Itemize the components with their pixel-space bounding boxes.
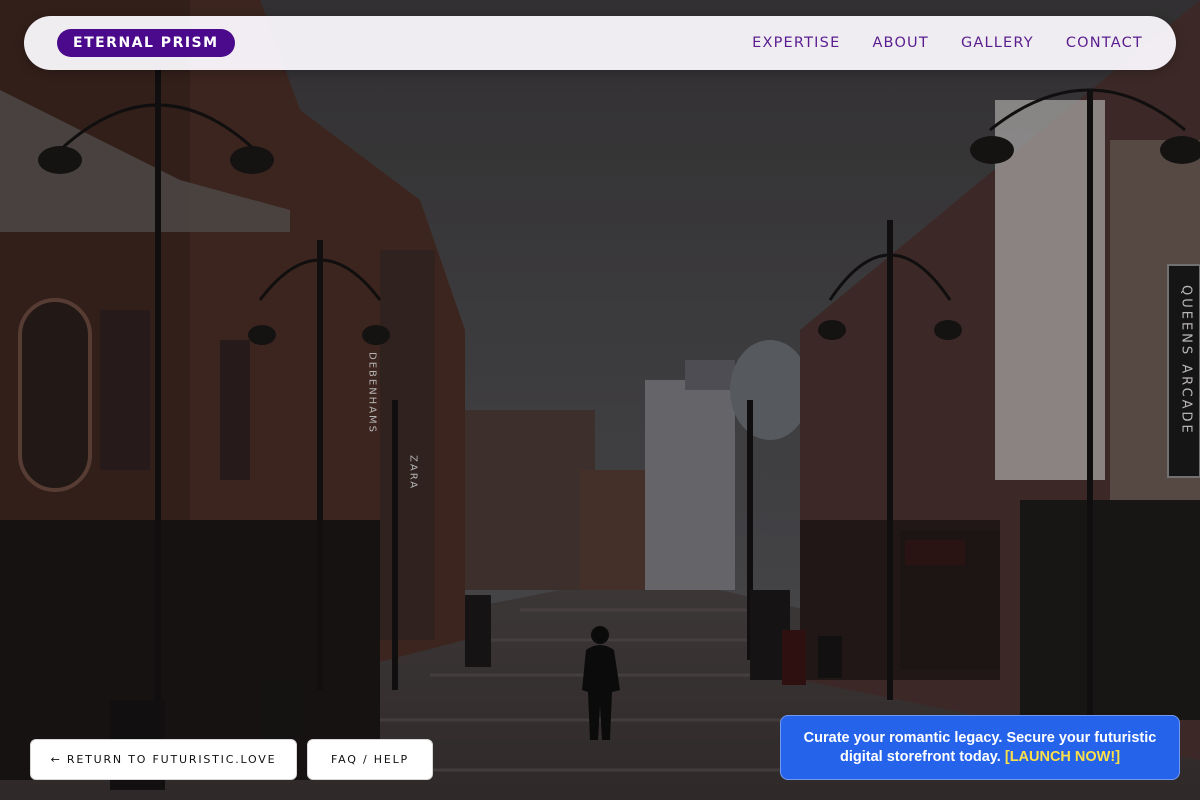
nav-link-gallery[interactable]: GALLERY	[961, 35, 1034, 51]
return-button-label: ← RETURN TO FUTURISTIC.LOVE	[50, 753, 277, 766]
background-street-photo: QUEENS ARCADE DEBENHAMS ZARA	[0, 0, 1200, 800]
faq-help-button[interactable]: FAQ / HELP	[307, 739, 433, 780]
return-to-site-button[interactable]: ← RETURN TO FUTURISTIC.LOVE	[30, 739, 297, 780]
launch-now-link[interactable]: [LAUNCH NOW!]	[1005, 749, 1120, 765]
nav-link-contact[interactable]: CONTACT	[1066, 35, 1143, 51]
nav-links: EXPERTISE ABOUT GALLERY CONTACT	[720, 16, 1143, 70]
top-navbar: ETERNAL PRISM EXPERTISE ABOUT GALLERY CO…	[24, 16, 1176, 70]
nav-link-expertise[interactable]: EXPERTISE	[752, 35, 840, 51]
brand-logo[interactable]: ETERNAL PRISM	[57, 29, 235, 57]
promo-text-wrapper: Curate your romantic legacy. Secure your…	[803, 729, 1157, 767]
faq-button-label: FAQ / HELP	[331, 753, 409, 766]
promo-banner[interactable]: Curate your romantic legacy. Secure your…	[780, 715, 1180, 780]
nav-link-about[interactable]: ABOUT	[872, 35, 929, 51]
